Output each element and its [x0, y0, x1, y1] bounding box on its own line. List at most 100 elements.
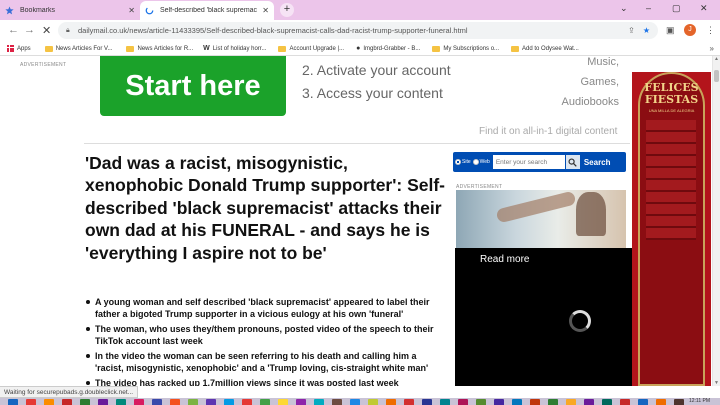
wikipedia-icon: W — [203, 45, 210, 52]
taskbar-app-icon[interactable] — [620, 399, 630, 405]
list-item: In the video the woman can be seen refer… — [85, 350, 443, 374]
search-option-web[interactable]: Web — [472, 159, 490, 165]
maximize-button[interactable]: ▢ — [672, 3, 681, 14]
bookmark-label: News Articles For V... — [55, 45, 113, 52]
taskbar-app-icon[interactable] — [638, 399, 648, 405]
stop-loading-icon[interactable]: ✕ — [42, 24, 51, 37]
menu-icon[interactable]: ⋮ — [706, 25, 715, 36]
bookmark-apps[interactable]: Apps — [7, 45, 31, 52]
bookmark-item[interactable]: W List of holiday horr... — [203, 45, 266, 52]
search-button[interactable]: Search — [584, 158, 611, 167]
taskbar-app-icon[interactable] — [476, 399, 486, 405]
taskbar-app-icon[interactable] — [386, 399, 396, 405]
bookmark-label: Account Upgrade |... — [289, 45, 345, 52]
taskbar-app-icon[interactable] — [458, 399, 468, 405]
taskbar-app-icon[interactable] — [494, 399, 504, 405]
scroll-up-icon[interactable]: ▲ — [714, 56, 719, 62]
taskbar-app-icon[interactable] — [656, 399, 666, 405]
new-tab-button[interactable]: + — [280, 3, 294, 17]
taskbar-app-icon[interactable] — [296, 399, 306, 405]
taskbar-app-icon[interactable] — [548, 399, 558, 405]
taskbar-app-icon[interactable] — [152, 399, 162, 405]
taskbar-app-icon[interactable] — [260, 399, 270, 405]
radio-button[interactable] — [455, 159, 461, 165]
taskbar-app-icon[interactable] — [242, 399, 252, 405]
taskbar-app-icon[interactable] — [404, 399, 414, 405]
share-icon[interactable]: ⇪ — [628, 26, 635, 35]
taskbar-clock[interactable]: 12:11 PM — [689, 398, 710, 404]
taskbar-app-icon[interactable] — [62, 399, 72, 405]
taskbar-app-icon[interactable] — [8, 399, 18, 405]
taskbar-app-icon[interactable] — [512, 399, 522, 405]
close-window-button[interactable]: ✕ — [700, 3, 708, 14]
navigation-bar: ← → ✕ 🔒︎ dailymail.co.uk/news/article-11… — [0, 20, 720, 42]
tab-search-icon[interactable]: ⌄ — [620, 3, 628, 14]
radio-button[interactable] — [472, 159, 479, 165]
url-text[interactable]: dailymail.co.uk/news/article-11433395/Se… — [78, 26, 620, 35]
taskbar-app-icon[interactable] — [332, 399, 342, 405]
taskbar-app-icon[interactable] — [602, 399, 612, 405]
tab-article[interactable]: Self-described 'black supremac ✕ — [140, 1, 274, 20]
avatar[interactable]: J — [684, 24, 696, 36]
page-content: ADVERTISEMENT Start here 2. Activate you… — [0, 56, 712, 386]
taskbar-app-icon[interactable] — [116, 399, 126, 405]
tab-bookmarks[interactable]: Bookmarks ✕ — [0, 1, 140, 20]
taskbar-app-icon[interactable] — [584, 399, 594, 405]
close-icon[interactable]: ✕ — [128, 6, 135, 15]
taskbar-app-icon[interactable] — [350, 399, 360, 405]
bookmark-star-icon[interactable]: ★ — [643, 26, 650, 35]
taskbar-app-icon[interactable] — [566, 399, 576, 405]
bookmark-item[interactable]: My Subscriptions o... — [432, 45, 500, 52]
bookmark-label: List of holiday horr... — [212, 45, 267, 52]
taskbar-app-icon[interactable] — [188, 399, 198, 405]
search-input[interactable]: Enter your search — [492, 155, 565, 169]
minimize-button[interactable]: – — [646, 3, 651, 13]
bookmarks-overflow-icon[interactable]: » — [710, 44, 714, 53]
bookmark-item[interactable]: News Articles for R... — [126, 45, 193, 52]
bookmarks-bar: Apps News Articles For V... News Article… — [0, 42, 720, 56]
taskbar-app-icon[interactable] — [206, 399, 216, 405]
tab-label: Self-described 'black supremac — [160, 7, 258, 14]
scroll-down-icon[interactable]: ▼ — [714, 380, 719, 386]
taskbar-app-icon[interactable] — [314, 399, 324, 405]
extensions-icon[interactable]: ▣ — [666, 25, 675, 36]
bookmark-item[interactable]: ● Imgbrd-Grabber - B... — [356, 45, 420, 52]
read-more-link[interactable]: Read more — [480, 254, 529, 265]
side-ad-image[interactable] — [456, 190, 626, 250]
taskbar-app-icon[interactable] — [44, 399, 54, 405]
ad-title-line: FIESTAS — [644, 93, 699, 106]
taskbar-app-icon[interactable] — [134, 399, 144, 405]
taskbar-app-icon[interactable] — [26, 399, 36, 405]
search-option-site[interactable]: Site — [455, 159, 471, 165]
vertical-scrollbar[interactable]: ▲ ▼ — [712, 56, 720, 386]
taskbar-app-icon[interactable] — [674, 399, 684, 405]
taskbar-app-icon[interactable] — [170, 399, 180, 405]
start-here-button[interactable]: Start here — [100, 56, 286, 116]
apps-grid-icon — [7, 45, 14, 52]
taskbar-app-icon[interactable] — [278, 399, 288, 405]
github-icon: ● — [356, 45, 361, 52]
taskbar-app-icon[interactable] — [440, 399, 450, 405]
scrollbar-thumb[interactable] — [714, 70, 719, 82]
image-detail — [495, 190, 577, 224]
top-ad-banner[interactable]: Start here 2. Activate your account 3. A… — [84, 56, 630, 144]
taskbar-app-icon[interactable] — [80, 399, 90, 405]
bookmark-item[interactable]: News Articles For V... — [44, 45, 113, 52]
address-bar[interactable]: 🔒︎ dailymail.co.uk/news/article-11433395… — [58, 22, 658, 39]
taskbar-app-icon[interactable] — [98, 399, 108, 405]
ad-category: Audiobooks — [561, 96, 620, 108]
ad-category: Music, — [587, 56, 619, 68]
close-icon[interactable]: ✕ — [262, 6, 269, 15]
bookmark-item[interactable]: Account Upgrade |... — [278, 45, 345, 52]
taskbar-app-icon[interactable] — [530, 399, 540, 405]
search-icon[interactable] — [565, 155, 580, 169]
bookmark-label: My Subscriptions o... — [443, 45, 500, 52]
right-side-ad[interactable]: FELICES FIESTAS UNA MILLA DE ALEGRIA — [632, 72, 711, 386]
folder-icon — [278, 45, 287, 52]
back-icon[interactable]: ← — [8, 24, 19, 36]
forward-icon[interactable]: → — [24, 24, 35, 36]
bookmark-item[interactable]: Add to Odysee Wat... — [511, 45, 579, 52]
taskbar-app-icon[interactable] — [368, 399, 378, 405]
taskbar-app-icon[interactable] — [224, 399, 234, 405]
taskbar-app-icon[interactable] — [422, 399, 432, 405]
